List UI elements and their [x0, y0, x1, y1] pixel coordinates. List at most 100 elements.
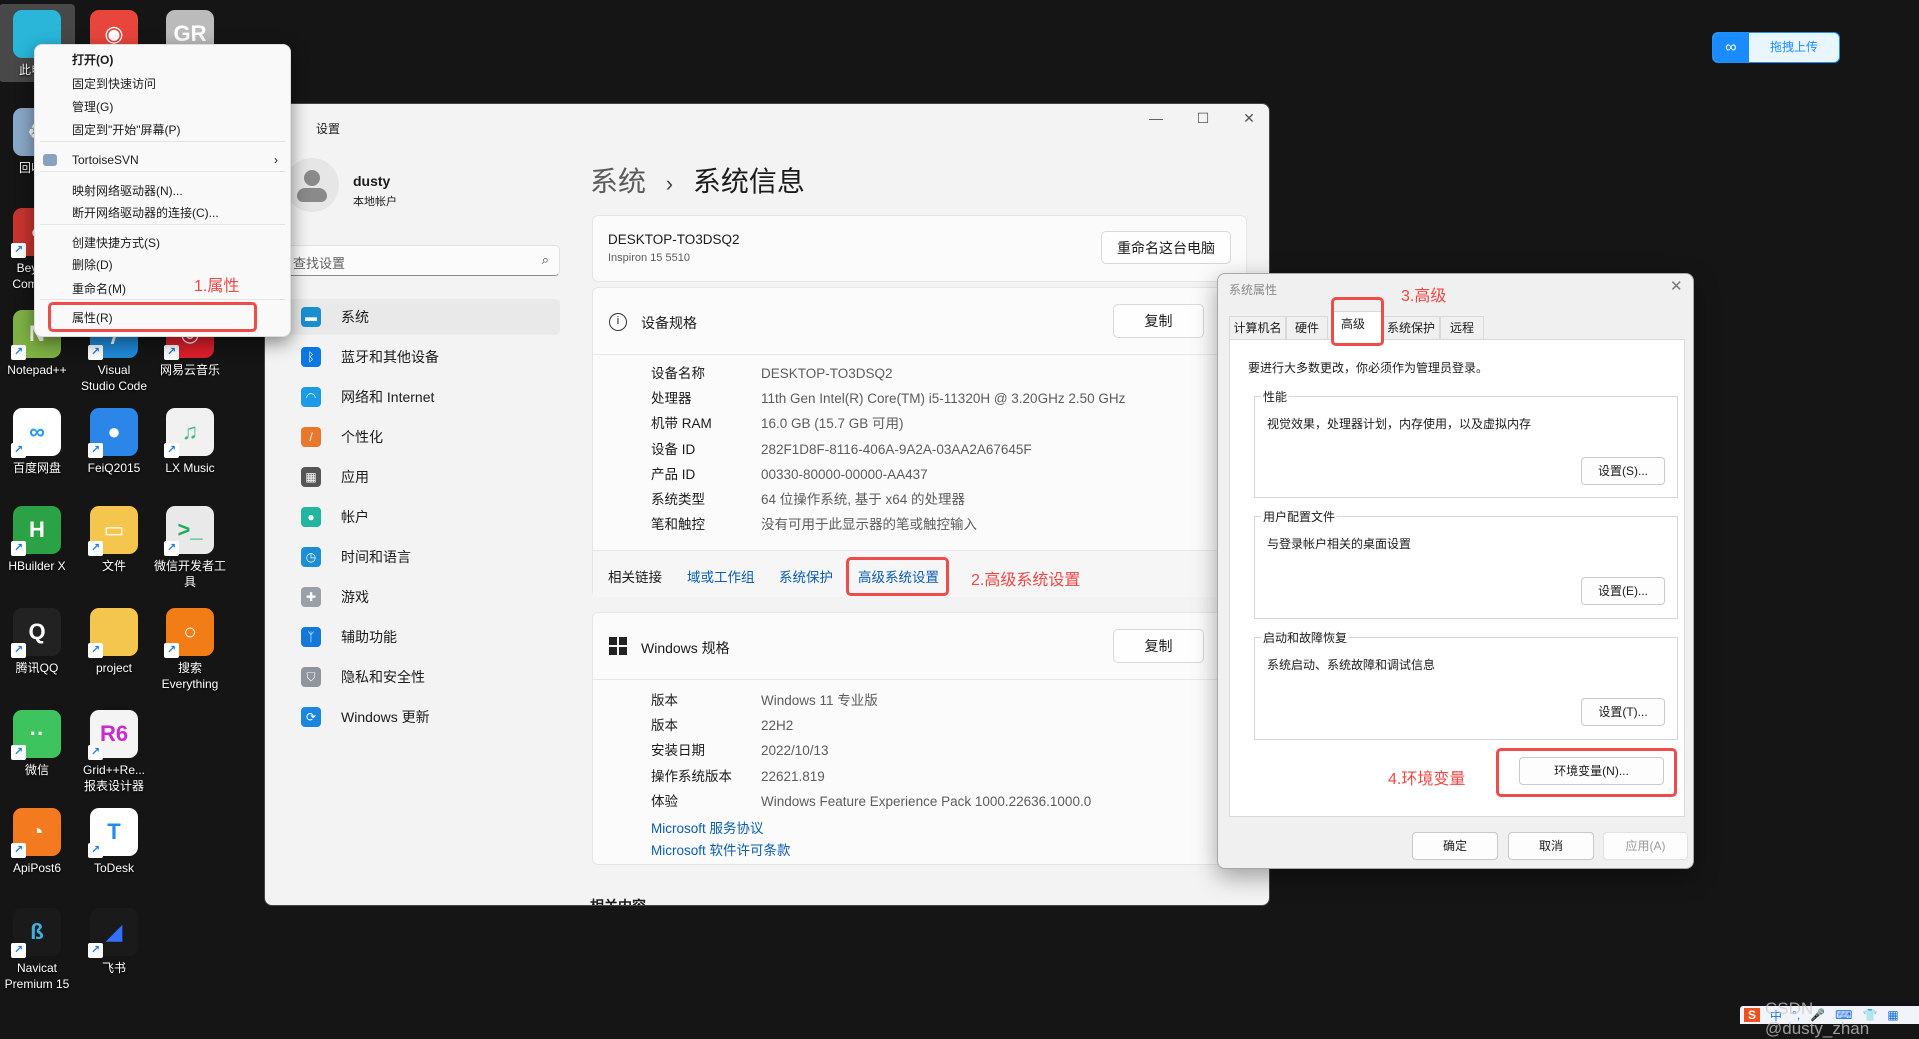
windows-specs-card: Windows 规格 复制 版本 Windows 11 专业版 版本 22H2 安装日期… [592, 612, 1247, 865]
menu-item[interactable]: 映射网络驱动器(N)... [35, 180, 290, 202]
desktop-icon-label: Visual Studio Code [80, 363, 148, 393]
drag-upload-widget[interactable]: ∞ 拖拽上传 [1712, 32, 1840, 63]
desktop-icon[interactable]: ▭ ↗ 文件 [76, 500, 152, 578]
menu-item[interactable]: 固定到"开始"屏幕(P) [35, 119, 290, 141]
search-placeholder: 查找设置 [293, 256, 346, 271]
menu-item-label: 创建快捷方式(S) [72, 236, 160, 250]
search-input[interactable]: 查找设置 ⌕ [284, 245, 560, 276]
menu-separator [40, 141, 285, 142]
desktop-icon-label: 搜索 Everything [161, 661, 219, 691]
chevron-right-icon: › [274, 153, 278, 167]
tab-remote[interactable]: 远程 [1440, 316, 1484, 339]
baidu-cloud-icon: ∞ [1713, 33, 1749, 62]
desktop-icon[interactable]: R6 ↗ Grid++Re... 报表设计器 [76, 704, 152, 798]
desktop-icon[interactable]: ↗ project [76, 602, 152, 680]
apply-button[interactable]: 应用(A) [1603, 832, 1688, 860]
menu-item[interactable]: 创建快捷方式(S) [35, 232, 290, 254]
menu-separator [40, 171, 285, 172]
desktop-icon[interactable]: H ↗ HBuilder X [0, 500, 75, 578]
sidebar-item[interactable]: ● 帐户 [285, 499, 560, 535]
sidebar-item[interactable]: ⛉ 隐私和安全性 [285, 659, 560, 695]
app-glyph: ○ [183, 619, 197, 644]
annotation-step4: 4.环境变量 [1388, 771, 1466, 788]
spec-row: 设备名称 DESKTOP-TO3DSQ2 [651, 363, 1251, 385]
desktop-icon[interactable]: ß ↗ Navicat Premium 15 [0, 902, 75, 996]
desktop-icon[interactable]: Q ↗ 腾讯QQ [0, 602, 75, 680]
desktop-icon[interactable]: ·· ↗ 微信 [0, 704, 75, 782]
desktop-icon[interactable]: T ↗ ToDesk [76, 802, 152, 880]
desktop-icon[interactable]: ∞ ↗ 百度网盘 [0, 402, 75, 480]
sidebar-item[interactable]: ⟳ Windows 更新 [285, 699, 560, 735]
gamepad-icon: ✚ [301, 587, 321, 607]
menu-item-label: 断开网络驱动器的连接(C)... [72, 206, 219, 220]
sidebar-item[interactable]: ▦ 应用 [285, 459, 560, 495]
menu-item[interactable]: 管理(G) [35, 96, 290, 118]
desktop-icon[interactable]: >_ ↗ 微信开发者工 具 [152, 500, 228, 594]
spec-row: 设备 ID 282F1D8F-8116-406A-9A2A-03AA2A67645… [651, 439, 1251, 461]
app-glyph: ♫ [181, 419, 199, 444]
brush-icon: / [301, 427, 321, 447]
shortcut-arrow-icon: ↗ [11, 243, 26, 258]
link-service-agreement[interactable]: Microsoft 服务协议 [651, 817, 764, 837]
performance-settings-button[interactable]: 设置(S)... [1581, 457, 1665, 485]
minimize-button[interactable]: — [1141, 110, 1171, 134]
desktop-icon-label: HBuilder X [8, 559, 66, 573]
breadcrumb-parent[interactable]: 系统 [590, 166, 646, 197]
startup-recovery-settings-button[interactable]: 设置(T)... [1581, 698, 1665, 726]
shield-icon: ⛉ [301, 667, 321, 687]
copy-windows-specs-button[interactable]: 复制 [1113, 629, 1204, 663]
shortcut-arrow-icon: ↗ [88, 643, 103, 658]
menu-item[interactable]: 打开(O) [35, 49, 290, 71]
bluetooth-icon: ᛒ [301, 347, 321, 367]
desktop-icon[interactable]: ◔ ↗ ApiPost6 [0, 802, 75, 880]
desktop-icon[interactable]: ◢ ↗ 飞书 [76, 902, 152, 980]
sidebar-item[interactable]: ᛒ 蓝牙和其他设备 [285, 339, 560, 375]
desktop-icon[interactable]: ♫ ↗ LX Music [152, 402, 228, 480]
tab-computer-name[interactable]: 计算机名 [1229, 316, 1286, 339]
link-license-terms[interactable]: Microsoft 软件许可条款 [651, 839, 791, 859]
desktop-icon[interactable]: ○ ↗ 搜索 Everything [152, 602, 228, 696]
ok-button[interactable]: 确定 [1412, 832, 1498, 860]
tab-hardware[interactable]: 硬件 [1286, 316, 1328, 339]
rename-pc-button[interactable]: 重命名这台电脑 [1101, 231, 1231, 264]
spec-key: 安装日期 [651, 743, 705, 759]
ime-button[interactable]: S [1744, 1008, 1761, 1022]
app-glyph: ß [30, 919, 44, 944]
close-button[interactable]: ✕ [1234, 110, 1264, 134]
desktop-icon-label: Grid++Re... 报表设计器 [82, 763, 146, 793]
sidebar-item[interactable]: ◷ 时间和语言 [285, 539, 560, 575]
spec-row: 版本 Windows 11 专业版 [651, 690, 1251, 712]
avatar[interactable] [285, 158, 339, 212]
startup-recovery-title: 启动和故障恢复 [1261, 629, 1350, 646]
dialog-title: 系统属性 [1229, 283, 1278, 297]
app-glyph: R6 [99, 721, 129, 746]
shortcut-arrow-icon: ↗ [11, 541, 26, 556]
account-icon: ● [301, 507, 321, 527]
sidebar-item[interactable]: ◠ 网络和 Internet [285, 379, 560, 415]
tab-system-protection[interactable]: 系统保护 [1382, 316, 1440, 339]
cancel-button[interactable]: 取消 [1508, 832, 1594, 860]
menu-item[interactable]: 断开网络驱动器的连接(C)... [35, 202, 290, 224]
sidebar-item[interactable]: ▬ 系统 [285, 299, 560, 335]
link-domain-workgroup[interactable]: 域或工作组 [687, 566, 755, 586]
shortcut-arrow-icon: ↗ [88, 843, 103, 858]
spec-value: DESKTOP-TO3DSQ2 [761, 366, 893, 381]
divider [593, 679, 1246, 680]
link-system-protection[interactable]: 系统保护 [779, 566, 833, 586]
spec-key: 机带 RAM [651, 416, 712, 432]
maximize-button[interactable]: ☐ [1188, 110, 1218, 134]
desktop-icon[interactable]: ● ↗ FeiQ2015 [76, 402, 152, 480]
menu-item[interactable]: TortoiseSVN › [35, 149, 290, 171]
menu-item[interactable]: 删除(D) [35, 254, 290, 276]
copy-device-specs-button[interactable]: 复制 [1113, 304, 1204, 338]
dialog-close-button[interactable]: ✕ [1670, 277, 1683, 295]
sidebar-item[interactable]: / 个性化 [285, 419, 560, 455]
sidebar-item[interactable]: ᛉ 辅助功能 [285, 619, 560, 655]
windows-specs-title: Windows 规格 [641, 640, 730, 656]
menu-separator [40, 299, 285, 300]
menu-separator [40, 224, 285, 225]
user-profiles-settings-button[interactable]: 设置(E)... [1581, 577, 1665, 605]
menu-item[interactable]: 固定到快速访问 [35, 73, 290, 95]
sidebar-item[interactable]: ✚ 游戏 [285, 579, 560, 615]
menu-item[interactable]: 重命名(M) [35, 278, 290, 300]
